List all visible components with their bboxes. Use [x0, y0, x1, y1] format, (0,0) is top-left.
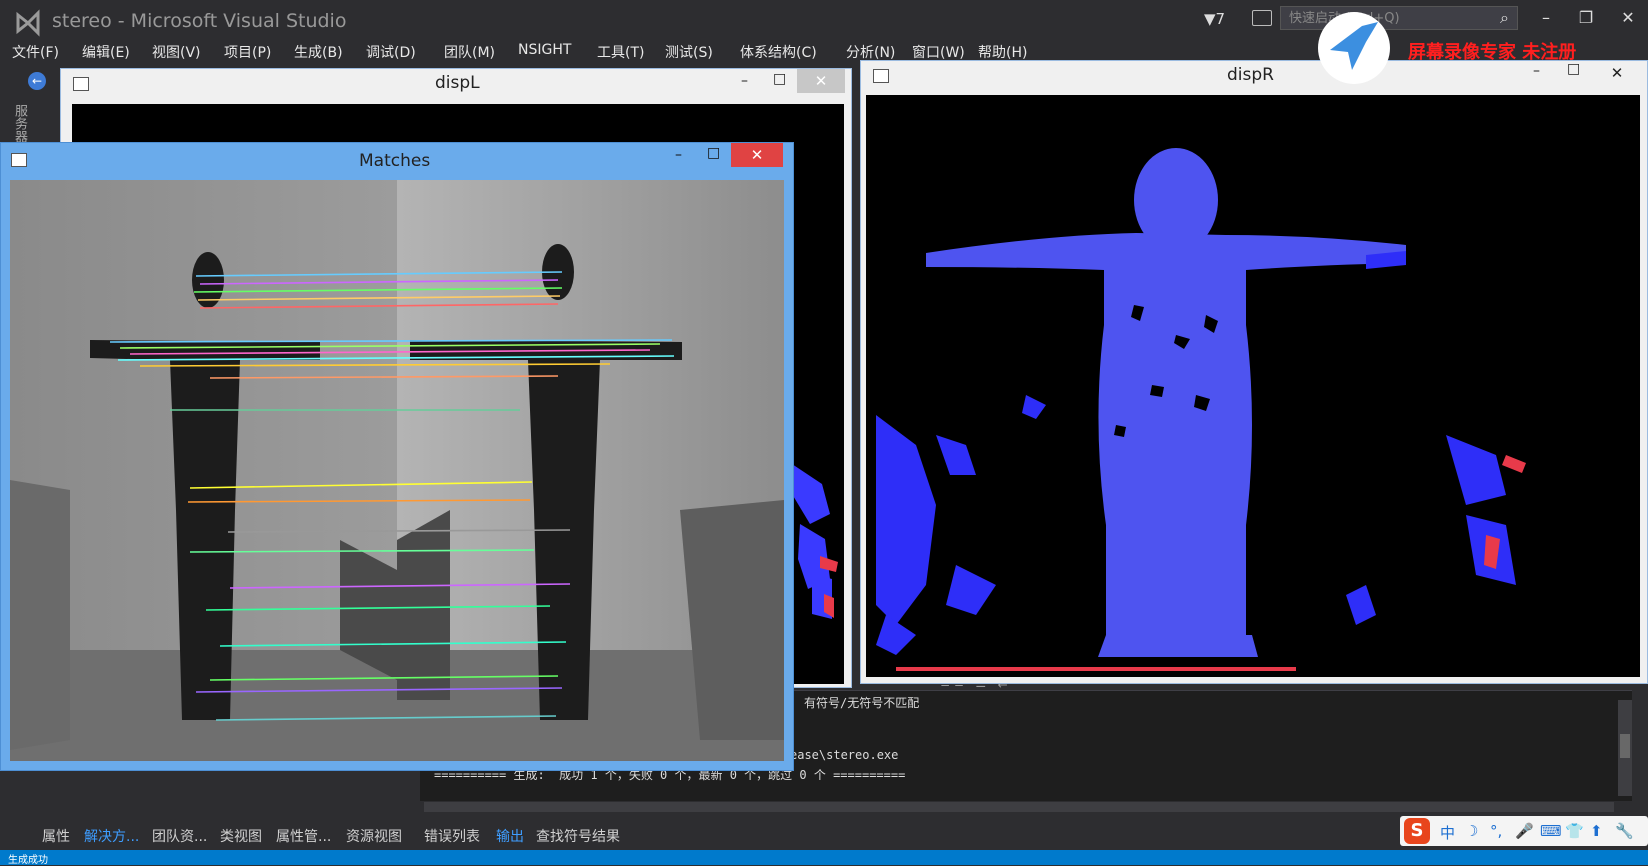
ime-tool-icon[interactable]: 中 [1440, 822, 1455, 843]
feedback-icon[interactable] [1252, 10, 1272, 26]
ime-tool-icon[interactable]: 🔧 [1615, 822, 1634, 840]
matches-image [10, 180, 784, 761]
vs-restore-button[interactable]: ❐ [1574, 8, 1598, 27]
ime-tool-icon[interactable]: 👕 [1565, 822, 1584, 840]
ime-tool-icon[interactable]: ⬆ [1590, 822, 1603, 840]
menu-item[interactable]: 调试(D) [366, 42, 416, 62]
close-button[interactable]: ✕ [797, 69, 845, 93]
minimize-button[interactable]: – [1533, 63, 1540, 79]
window-title-dispL: dispL [435, 73, 480, 93]
output-scroll-thumb[interactable] [1620, 734, 1630, 758]
menu-item[interactable]: 体系结构(C) [740, 42, 817, 62]
sogou-ime-logo[interactable]: S [1404, 818, 1430, 844]
window-icon [73, 77, 89, 91]
minimize-button[interactable]: – [741, 73, 748, 89]
menu-item[interactable]: 生成(B) [294, 42, 343, 62]
status-text: 生成成功 [8, 855, 48, 866]
notification-count: 7 [1215, 10, 1226, 28]
bottom-tab[interactable]: 团队资... [152, 826, 207, 846]
side-tab-server-explorer[interactable]: 服务器 [10, 104, 29, 143]
output-horizontal-scrollbar[interactable] [424, 802, 1614, 812]
output-tab[interactable]: 输出 [496, 826, 524, 846]
ime-tool-icon[interactable]: ⌨ [1540, 822, 1562, 840]
bottom-tab[interactable]: 类视图 [220, 826, 262, 846]
visual-studio-logo-icon [16, 9, 40, 37]
recorder-watermark-text: 屏幕录像专家 未注册 [1408, 42, 1577, 63]
close-button[interactable]: ✕ [1593, 61, 1641, 83]
close-button[interactable]: ✕ [731, 143, 783, 167]
bottom-tab[interactable]: 资源视图 [346, 826, 402, 846]
minimize-button[interactable]: – [675, 147, 682, 163]
maximize-button[interactable]: □ [707, 145, 720, 161]
ime-tool-icon[interactable]: ☽ [1465, 822, 1478, 840]
status-bar [0, 850, 1648, 865]
menu-item[interactable]: 文件(F) [12, 42, 59, 62]
menu-item[interactable]: 分析(N) [846, 42, 895, 62]
menu-item[interactable]: 视图(V) [152, 42, 201, 62]
maximize-button[interactable]: □ [773, 71, 786, 87]
vs-minimize-button[interactable]: – [1534, 8, 1558, 27]
window-title: stereo - Microsoft Visual Studio [52, 10, 347, 32]
menu-item[interactable]: 帮助(H) [978, 42, 1027, 62]
bottom-tab[interactable]: 属性 [42, 826, 70, 846]
menu-item[interactable]: 工具(T) [597, 42, 644, 62]
screen-recorder-logo-icon [1318, 12, 1390, 84]
bottom-tab[interactable]: 属性管... [276, 826, 331, 846]
output-line: ease\stereo.exe [790, 748, 899, 762]
bottom-tab[interactable]: 解决方... [84, 826, 139, 846]
search-icon[interactable]: ⌕ [1500, 8, 1509, 28]
dispR-disparity-image [866, 95, 1640, 677]
window-icon [873, 69, 889, 83]
notification-filter[interactable]: ▼7 [1204, 10, 1225, 28]
ime-tool-icon[interactable]: °, [1490, 822, 1502, 840]
output-tab[interactable]: 错误列表 [424, 826, 480, 846]
window-icon [11, 153, 27, 167]
output-line: 有符号/无符号不匹配 [804, 696, 920, 710]
back-navigate-icon[interactable]: ← [28, 72, 46, 90]
vs-close-button[interactable]: ✕ [1616, 8, 1640, 27]
output-tab[interactable]: 查找符号结果 [536, 826, 620, 846]
menu-item[interactable]: 团队(M) [444, 42, 495, 62]
ime-tool-icon[interactable]: 🎤 [1515, 822, 1534, 840]
window-title-dispR: dispR [1227, 65, 1274, 85]
menu-item[interactable]: 测试(S) [665, 42, 713, 62]
window-title-matches: Matches [359, 151, 431, 171]
menu-item[interactable]: NSIGHT [518, 42, 571, 58]
menu-item[interactable]: 窗口(W) [912, 42, 965, 62]
menu-item[interactable]: 项目(P) [224, 42, 271, 62]
menu-item[interactable]: 编辑(E) [82, 42, 130, 62]
quick-launch-input[interactable]: 快速启动 (Ctrl+Q) [1280, 6, 1518, 30]
